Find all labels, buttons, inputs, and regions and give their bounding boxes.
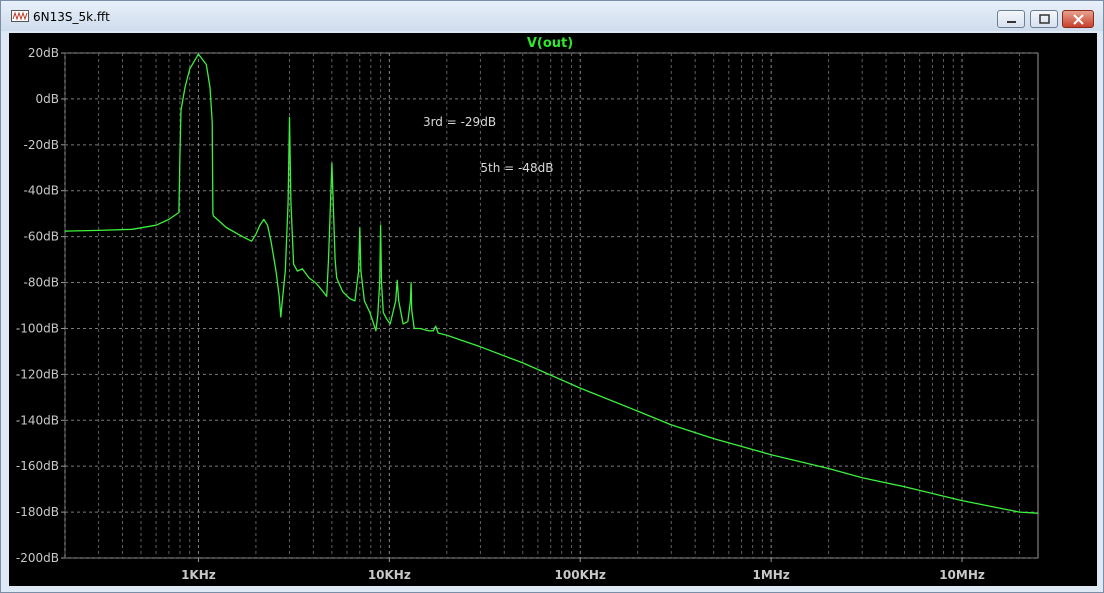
y-tick-label: 20dB <box>28 46 59 60</box>
y-tick-label: -20dB <box>24 138 59 152</box>
y-tick-label: -80dB <box>24 276 59 290</box>
minimize-button[interactable] <box>997 10 1025 28</box>
maximize-icon <box>1039 14 1050 24</box>
waveform-icon <box>11 10 29 22</box>
series-layer <box>64 53 1039 514</box>
close-button[interactable] <box>1062 10 1094 28</box>
grid-lines <box>64 52 1039 559</box>
y-tick-label: 0dB <box>36 92 59 106</box>
series-line-vout <box>64 53 1039 514</box>
maximize-button[interactable] <box>1030 10 1058 28</box>
y-tick-label: -160dB <box>16 459 59 473</box>
y-tick-label: -200dB <box>16 551 59 565</box>
y-tick-label: -40dB <box>24 184 59 198</box>
x-tick-label: 1MHz <box>752 568 789 582</box>
y-tick-label: -60dB <box>24 230 59 244</box>
x-tick-label: 10MHz <box>939 568 985 582</box>
y-tick-label: -140dB <box>16 413 59 427</box>
plot-frame <box>64 52 1039 559</box>
annotation-text: 3rd = -29dB <box>423 115 496 129</box>
x-axis-ticks: 1KHz 10KHz 100KHz 1MHz 10MHz <box>181 558 985 582</box>
title-bar[interactable]: 6N13S_5k.fft <box>1 1 1103 31</box>
x-tick-label: 10KHz <box>368 568 411 582</box>
y-tick-label: -120dB <box>16 367 59 381</box>
plot-area[interactable]: 20dB 0dB -20dB -40dB -60dB -80dB -100dB -120dB -… <box>9 33 1097 586</box>
y-tick-label: -100dB <box>16 321 59 335</box>
close-icon <box>1073 14 1084 25</box>
fft-chart[interactable]: 20dB 0dB -20dB -40dB -60dB -80dB -100dB -120dB -… <box>9 33 1097 586</box>
window-title: 6N13S_5k.fft <box>33 10 110 24</box>
x-tick-label: 100KHz <box>555 568 606 582</box>
x-tick-label: 1KHz <box>181 568 216 582</box>
chart-title: V(out) <box>527 36 573 51</box>
app-window: 6N13S_5k.fft 20dB 0dB -20dB -40dB -60dB -80dB… <box>0 0 1104 593</box>
y-tick-label: -180dB <box>16 505 59 519</box>
y-axis-ticks: 20dB 0dB -20dB -40dB -60dB -80dB -100dB -120dB -… <box>16 46 65 565</box>
annotation-text: 5th = -48dB <box>480 161 553 175</box>
minimize-icon <box>1007 21 1016 23</box>
